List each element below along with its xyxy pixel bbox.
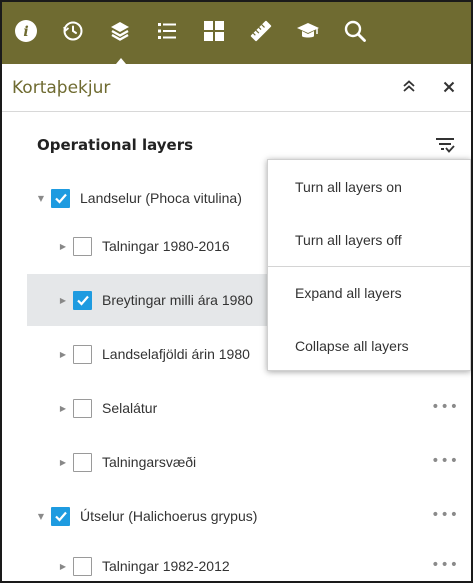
toolbar: i: [2, 2, 471, 64]
menu-item-expand-all[interactable]: Expand all layers: [268, 266, 470, 319]
more-options-icon[interactable]: •••: [431, 454, 459, 468]
more-options-icon[interactable]: •••: [431, 508, 459, 522]
close-icon: [443, 78, 455, 97]
double-chevron-up-icon: [402, 78, 416, 97]
layer-visibility-checkbox[interactable]: [73, 452, 92, 472]
panel-header: Kortaþekjur: [2, 64, 471, 112]
education-button[interactable]: [284, 2, 331, 64]
more-options-icon[interactable]: •••: [431, 400, 459, 414]
caret-right-icon[interactable]: ▶: [57, 294, 69, 306]
education-icon: [296, 19, 320, 47]
layer-row[interactable]: ▶ Selalátur •••: [27, 382, 471, 434]
caret-right-icon[interactable]: ▶: [57, 456, 69, 468]
search-icon: [343, 19, 367, 47]
layer-visibility-checkbox[interactable]: [73, 344, 92, 364]
layer-label: Landselafjöldi árin 1980: [102, 346, 250, 362]
layer-visibility-checkbox[interactable]: [51, 506, 70, 526]
caret-down-icon[interactable]: ▼: [35, 192, 47, 204]
caret-right-icon[interactable]: ▶: [57, 348, 69, 360]
layer-label: Selalátur: [102, 400, 158, 416]
layer-visibility-checkbox[interactable]: [51, 188, 70, 208]
layer-visibility-checkbox[interactable]: [73, 236, 92, 256]
layer-label: Breytingar milli ára 1980: [102, 292, 253, 308]
layer-options-menu: Turn all layers on Turn all layers off E…: [267, 159, 471, 371]
caret-right-icon[interactable]: ▶: [57, 240, 69, 252]
layers-icon: [108, 19, 132, 47]
more-options-icon[interactable]: •••: [431, 558, 459, 572]
layer-visibility-checkbox[interactable]: [73, 556, 92, 576]
panel-title: Kortaþekjur: [12, 77, 111, 98]
info-icon: i: [14, 19, 38, 47]
layer-label: Talningarsvæði: [102, 454, 197, 470]
menu-item-collapse-all[interactable]: Collapse all layers: [268, 319, 470, 372]
section-title: Operational layers: [37, 136, 194, 154]
basemap-gallery-button[interactable]: [190, 2, 237, 64]
measurement-button[interactable]: [237, 2, 284, 64]
layer-label: Talningar 1980-2016: [102, 238, 230, 254]
history-icon: [61, 19, 85, 47]
layer-visibility-checkbox[interactable]: [73, 290, 92, 310]
layer-label: Landselur (Phoca vitulina): [80, 190, 242, 206]
info-button[interactable]: i: [2, 2, 49, 64]
measurement-icon: [249, 19, 273, 47]
legend-button[interactable]: [143, 2, 190, 64]
basemap-gallery-icon: [202, 19, 226, 47]
layer-row[interactable]: ▶ Talningarsvæði •••: [27, 436, 471, 488]
layer-visibility-checkbox[interactable]: [73, 398, 92, 418]
close-panel-button[interactable]: [429, 64, 469, 112]
layers-button[interactable]: [96, 2, 143, 64]
caret-down-icon[interactable]: ▼: [35, 510, 47, 522]
layer-label: Talningar 1982-2012: [102, 558, 230, 574]
layer-row[interactable]: ▼ Útselur (Halichoerus grypus) •••: [27, 490, 471, 542]
menu-item-turn-all-on[interactable]: Turn all layers on: [268, 160, 470, 213]
caret-right-icon[interactable]: ▶: [57, 560, 69, 572]
search-button[interactable]: [331, 2, 378, 64]
svg-text:i: i: [23, 24, 28, 40]
legend-icon: [155, 19, 179, 47]
caret-right-icon[interactable]: ▶: [57, 402, 69, 414]
layer-list-widget: i Kortaþekjur Operational layers ▼ Lands…: [0, 0, 473, 583]
layer-options-button[interactable]: [432, 132, 458, 158]
history-button[interactable]: [49, 2, 96, 64]
menu-item-turn-all-off[interactable]: Turn all layers off: [268, 213, 470, 266]
layer-label: Útselur (Halichoerus grypus): [80, 508, 258, 524]
layer-row[interactable]: ▶ Talningar 1982-2012 •••: [27, 540, 471, 581]
collapse-panel-button[interactable]: [389, 64, 429, 112]
